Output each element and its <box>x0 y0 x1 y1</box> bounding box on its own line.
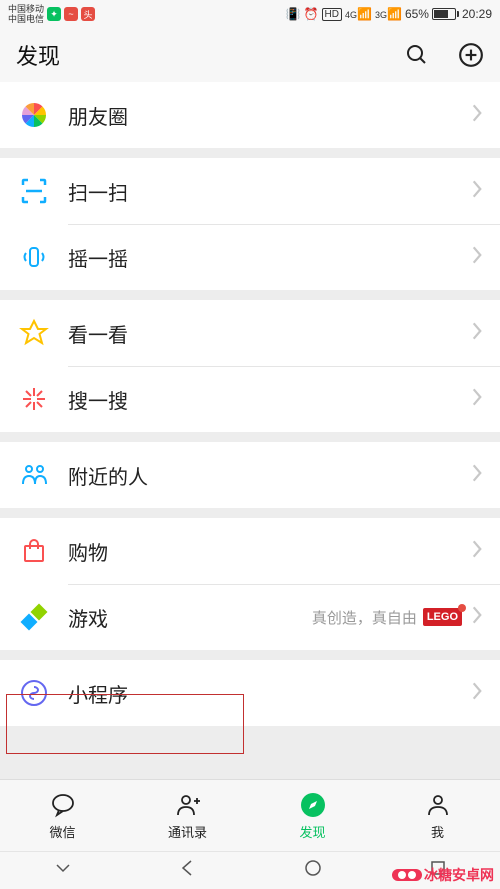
list-group: 看一看搜一搜 <box>0 300 500 432</box>
discover-list: 朋友圈扫一扫摇一摇看一看搜一搜附近的人购物游戏真创造，真自由LEGO 小程序 <box>0 82 500 726</box>
battery-icon <box>432 8 459 20</box>
discover-icon <box>298 790 328 820</box>
item-games[interactable]: 游戏真创造，真自由LEGO <box>0 584 500 650</box>
item-label: 小程序 <box>68 679 462 708</box>
add-icon[interactable] <box>458 42 484 68</box>
clock-time: 20:29 <box>462 7 492 21</box>
moments-icon <box>16 97 52 133</box>
list-group: 附近的人 <box>0 442 500 508</box>
page-title: 发现 <box>16 39 60 71</box>
item-label: 看一看 <box>68 319 462 348</box>
tab-contacts[interactable]: 通讯录 <box>125 780 250 851</box>
games-icon <box>16 599 52 635</box>
list-group: 扫一扫摇一摇 <box>0 158 500 290</box>
status-bar: 中国移动 中国电信 ✦ ~ 头 📳 ⏰ HD 4G📶 3G📶 65% 20:29 <box>0 0 500 28</box>
miniprogram-icon <box>16 675 52 711</box>
look-icon <box>16 315 52 351</box>
tab-label: 发现 <box>299 822 325 841</box>
search-icon[interactable] <box>404 42 430 68</box>
vibrate-icon: 📳 <box>286 7 301 21</box>
battery-percent: 65% <box>405 7 429 21</box>
item-label: 摇一摇 <box>68 243 462 272</box>
chevron-right-icon <box>470 244 484 271</box>
watermark-text: 冰糖安卓网 <box>424 865 494 885</box>
shop-icon <box>16 533 52 569</box>
item-moments[interactable]: 朋友圈 <box>0 82 500 148</box>
watermark: 冰糖安卓网 <box>392 865 494 885</box>
network-4g: 4G📶 <box>345 7 372 21</box>
nav-home-icon[interactable] <box>303 858 323 883</box>
shake-icon <box>16 239 52 275</box>
item-label: 朋友圈 <box>68 101 462 130</box>
status-app-icon: 头 <box>81 7 95 21</box>
item-label: 购物 <box>68 537 462 566</box>
lego-badge: LEGO <box>423 608 462 626</box>
list-group: 小程序 <box>0 660 500 726</box>
chat-icon <box>48 790 78 820</box>
nav-collapse-icon[interactable] <box>53 858 73 883</box>
chevron-right-icon <box>470 386 484 413</box>
chevron-right-icon <box>470 320 484 347</box>
tab-label: 通讯录 <box>168 822 207 841</box>
item-search[interactable]: 搜一搜 <box>0 366 500 432</box>
tab-chat[interactable]: 微信 <box>0 780 125 851</box>
item-nearby[interactable]: 附近的人 <box>0 442 500 508</box>
status-app-icon: ✦ <box>47 7 61 21</box>
scan-icon <box>16 173 52 209</box>
chevron-right-icon <box>470 102 484 129</box>
item-label: 搜一搜 <box>68 385 462 414</box>
item-label: 附近的人 <box>68 461 462 490</box>
item-extra: 真创造，真自由LEGO <box>312 607 462 628</box>
alarm-icon: ⏰ <box>304 7 319 21</box>
item-look[interactable]: 看一看 <box>0 300 500 366</box>
nearby-icon <box>16 457 52 493</box>
tab-label: 微信 <box>49 822 75 841</box>
item-label: 游戏 <box>68 603 312 632</box>
chevron-right-icon <box>470 462 484 489</box>
search-star-icon <box>16 381 52 417</box>
tab-label: 我 <box>431 822 444 841</box>
me-icon <box>423 790 453 820</box>
chevron-right-icon <box>470 538 484 565</box>
nav-back-icon[interactable] <box>178 858 198 883</box>
contacts-icon <box>173 790 203 820</box>
status-left: 中国移动 中国电信 ✦ ~ 头 <box>8 4 95 24</box>
header-actions <box>404 42 484 68</box>
chevron-right-icon <box>470 178 484 205</box>
item-shake[interactable]: 摇一摇 <box>0 224 500 290</box>
status-right: 📳 ⏰ HD 4G📶 3G📶 65% 20:29 <box>286 7 492 21</box>
tab-bar: 微信 通讯录 发现 我 <box>0 779 500 851</box>
list-group: 朋友圈 <box>0 82 500 148</box>
item-shop[interactable]: 购物 <box>0 518 500 584</box>
carrier-labels: 中国移动 中国电信 <box>8 4 44 24</box>
item-label: 扫一扫 <box>68 177 462 206</box>
item-scan[interactable]: 扫一扫 <box>0 158 500 224</box>
status-app-icon: ~ <box>64 7 78 21</box>
tab-me[interactable]: 我 <box>375 780 500 851</box>
notification-dot <box>458 604 466 612</box>
item-miniprogram[interactable]: 小程序 <box>0 660 500 726</box>
chevron-right-icon <box>470 680 484 707</box>
chevron-right-icon <box>470 604 484 631</box>
page-header: 发现 <box>0 28 500 82</box>
tab-discover[interactable]: 发现 <box>250 780 375 851</box>
network-3g: 3G📶 <box>375 7 402 21</box>
list-group: 购物游戏真创造，真自由LEGO <box>0 518 500 650</box>
watermark-icon <box>392 869 422 881</box>
hd-badge: HD <box>322 8 342 21</box>
